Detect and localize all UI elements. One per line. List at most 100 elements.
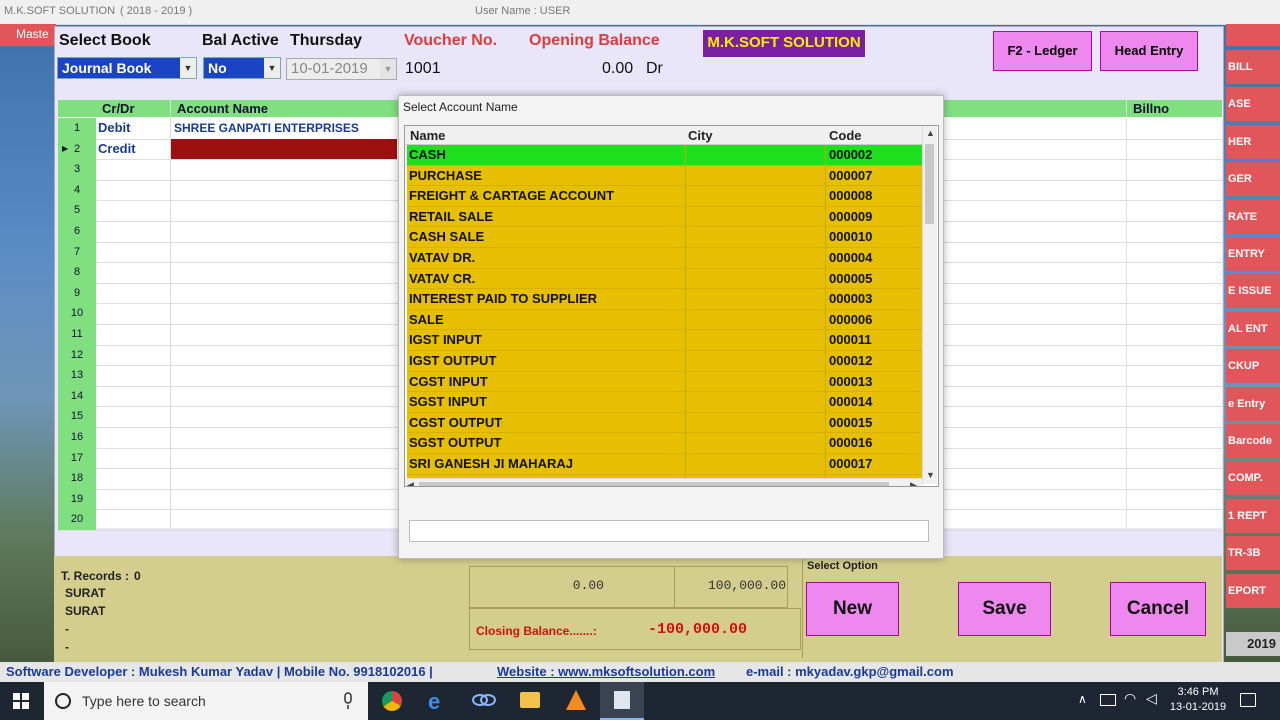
side-menu-button[interactable]: Barcode	[1226, 424, 1280, 458]
microphone-icon[interactable]	[342, 692, 354, 710]
code-column-header[interactable]: Code	[829, 128, 862, 143]
file-explorer-icon[interactable]	[520, 692, 540, 708]
cell-divider	[685, 289, 686, 309]
row-number: 7	[58, 241, 96, 263]
crdr-cell[interactable]: Debit	[98, 118, 170, 138]
list-item[interactable]: CGST OUTPUT 000015	[407, 412, 922, 434]
taskbar-search-box[interactable]: Type here to search	[44, 682, 368, 720]
speaker-icon[interactable]: ◁	[1146, 690, 1157, 707]
list-item[interactable]: SRI GANESH JI MAHARAJ 000017	[407, 454, 922, 475]
summary-panel: T. Records : 0 SURAT SURAT - - 0.00 100,…	[54, 556, 1222, 662]
new-button[interactable]: New	[806, 582, 899, 636]
wifi-icon[interactable]: ◠	[1124, 690, 1136, 707]
list-item[interactable]: RETAIL SALE 000009	[407, 206, 922, 228]
arrow-left-icon[interactable]: ◀	[407, 480, 414, 486]
website-link[interactable]: Website : www.mksoftsolution.com	[497, 664, 715, 679]
scroll-thumb[interactable]	[925, 144, 934, 224]
list-cell-name: IGST INPUT	[409, 332, 482, 348]
head-entry-button[interactable]: Head Entry	[1100, 31, 1198, 71]
date-picker[interactable]: 10-01-2019 ▼	[286, 58, 397, 80]
name-column-header[interactable]: Name	[410, 128, 445, 143]
cell-divider	[685, 454, 686, 474]
battery-icon[interactable]	[1100, 694, 1116, 706]
list-item[interactable]: VATAV DR. 000004	[407, 248, 922, 269]
vlc-icon[interactable]	[566, 690, 586, 710]
side-menu-button[interactable]: ASE	[1226, 87, 1280, 122]
chevron-down-icon: ▼	[380, 59, 396, 79]
account-name-cell-active[interactable]	[171, 138, 397, 159]
notification-icon[interactable]	[1240, 693, 1256, 707]
cell-divider	[825, 351, 826, 371]
clock[interactable]: 3:46 PM 13-01-2019	[1166, 686, 1230, 713]
billno-header: Billno	[1133, 101, 1170, 116]
bal-active-select[interactable]: No ▼	[203, 57, 281, 79]
ledger-button[interactable]: F2 - Ledger	[993, 31, 1092, 71]
list-cell-code: 000015	[829, 414, 873, 430]
master-menu[interactable]: Maste	[0, 24, 56, 46]
save-button[interactable]: Save	[958, 582, 1051, 636]
list-item[interactable]: CGST INPUT 000013	[407, 371, 922, 393]
list-item[interactable]: FREIGHT & CARTAGE ACCOUNT 000008	[407, 186, 922, 207]
app-icon[interactable]	[472, 692, 496, 708]
arrow-up-icon[interactable]: ▲	[926, 128, 935, 138]
side-menu-button[interactable]: E ISSUE	[1226, 274, 1280, 309]
cell-divider	[825, 412, 826, 433]
developer-text: Software Developer : Mukesh Kumar Yadav …	[6, 664, 433, 679]
cell-divider	[825, 186, 826, 206]
side-menu-button[interactable]: GER	[1226, 162, 1280, 197]
account-list[interactable]: Name City Code CASH 000002 PURCHASE 000007 F…	[404, 125, 939, 487]
row-number: 13	[58, 365, 96, 386]
side-menu-button[interactable]: 1 REPT	[1226, 498, 1280, 533]
chevron-up-icon[interactable]: ∧	[1078, 692, 1087, 706]
cell-divider	[685, 268, 686, 289]
list-item[interactable]: VATAV CR. 000005	[407, 268, 922, 290]
arrow-right-icon[interactable]: ▶	[910, 480, 917, 486]
chevron-down-icon: ▼	[264, 58, 280, 78]
list-item[interactable]: SGST INPUT 000014	[407, 392, 922, 413]
list-item[interactable]: CASH SALE 000010	[407, 227, 922, 248]
chrome-icon[interactable]	[382, 691, 402, 711]
cell-divider	[825, 145, 826, 165]
side-menu-button[interactable]: e Entry	[1226, 386, 1280, 421]
cancel-button[interactable]: Cancel	[1110, 582, 1206, 636]
list-item[interactable]: PURCHASE 000007	[407, 165, 922, 187]
scroll-thumb[interactable]	[419, 482, 889, 486]
book-select[interactable]: Journal Book ▼	[57, 57, 197, 79]
list-item[interactable]: SGST OUTPUT 000016	[407, 433, 922, 454]
side-menu-button[interactable]: AL ENT	[1226, 311, 1280, 346]
windows-taskbar: Type here to search e ∧ ◠ ◁ 3:46 PM 13-0…	[0, 682, 1280, 720]
account-search-input[interactable]	[409, 520, 929, 542]
list-cell-name: FREIGHT & CARTAGE ACCOUNT	[409, 188, 615, 204]
side-menu-button[interactable]: BILL	[1226, 50, 1280, 84]
side-menu-button[interactable]: TR-3B	[1226, 536, 1280, 571]
side-menu-button[interactable]: ENTRY	[1226, 237, 1280, 271]
side-menu-button[interactable]: HER	[1226, 124, 1280, 159]
vertical-scrollbar[interactable]: ▲ ▼	[922, 126, 937, 484]
arrow-down-icon[interactable]: ▼	[926, 470, 935, 480]
active-app-tab[interactable]	[600, 682, 644, 720]
account-name-cell[interactable]: SHREE GANPATI ENTERPRISES	[174, 118, 359, 138]
cell-divider	[825, 371, 826, 392]
list-item[interactable]: IGST OUTPUT 000012	[407, 351, 922, 372]
side-menu-button[interactable]: COMP.	[1226, 461, 1280, 496]
list-item[interactable]: SALE 000006	[407, 309, 922, 331]
city-line-1: SURAT	[65, 586, 106, 600]
horizontal-scrollbar[interactable]: ◀ ▶	[405, 478, 922, 486]
side-menu-button[interactable]: EPORT	[1226, 573, 1280, 608]
cell-divider	[825, 248, 826, 268]
city-column-header[interactable]: City	[688, 128, 713, 143]
crdr-cell[interactable]: Credit	[98, 139, 170, 159]
edge-icon[interactable]: e	[428, 689, 440, 715]
list-cell-name: CGST OUTPUT	[409, 414, 503, 430]
side-menu-button[interactable]: CKUP	[1226, 349, 1280, 384]
list-cell-name: CASH SALE	[409, 229, 485, 245]
right-top-button[interactable]	[1226, 24, 1280, 46]
list-cell-code: 000011	[829, 332, 872, 348]
windows-start-icon[interactable]	[13, 693, 29, 709]
user-name: User Name : USER	[475, 5, 571, 17]
list-item[interactable]: INTEREST PAID TO SUPPLIER 000003	[407, 289, 922, 310]
list-item[interactable]: IGST INPUT 000011	[407, 330, 922, 351]
side-menu-button[interactable]: RATE	[1226, 199, 1280, 234]
list-item[interactable]: CASH 000002	[407, 145, 922, 166]
cell-divider	[685, 227, 686, 247]
